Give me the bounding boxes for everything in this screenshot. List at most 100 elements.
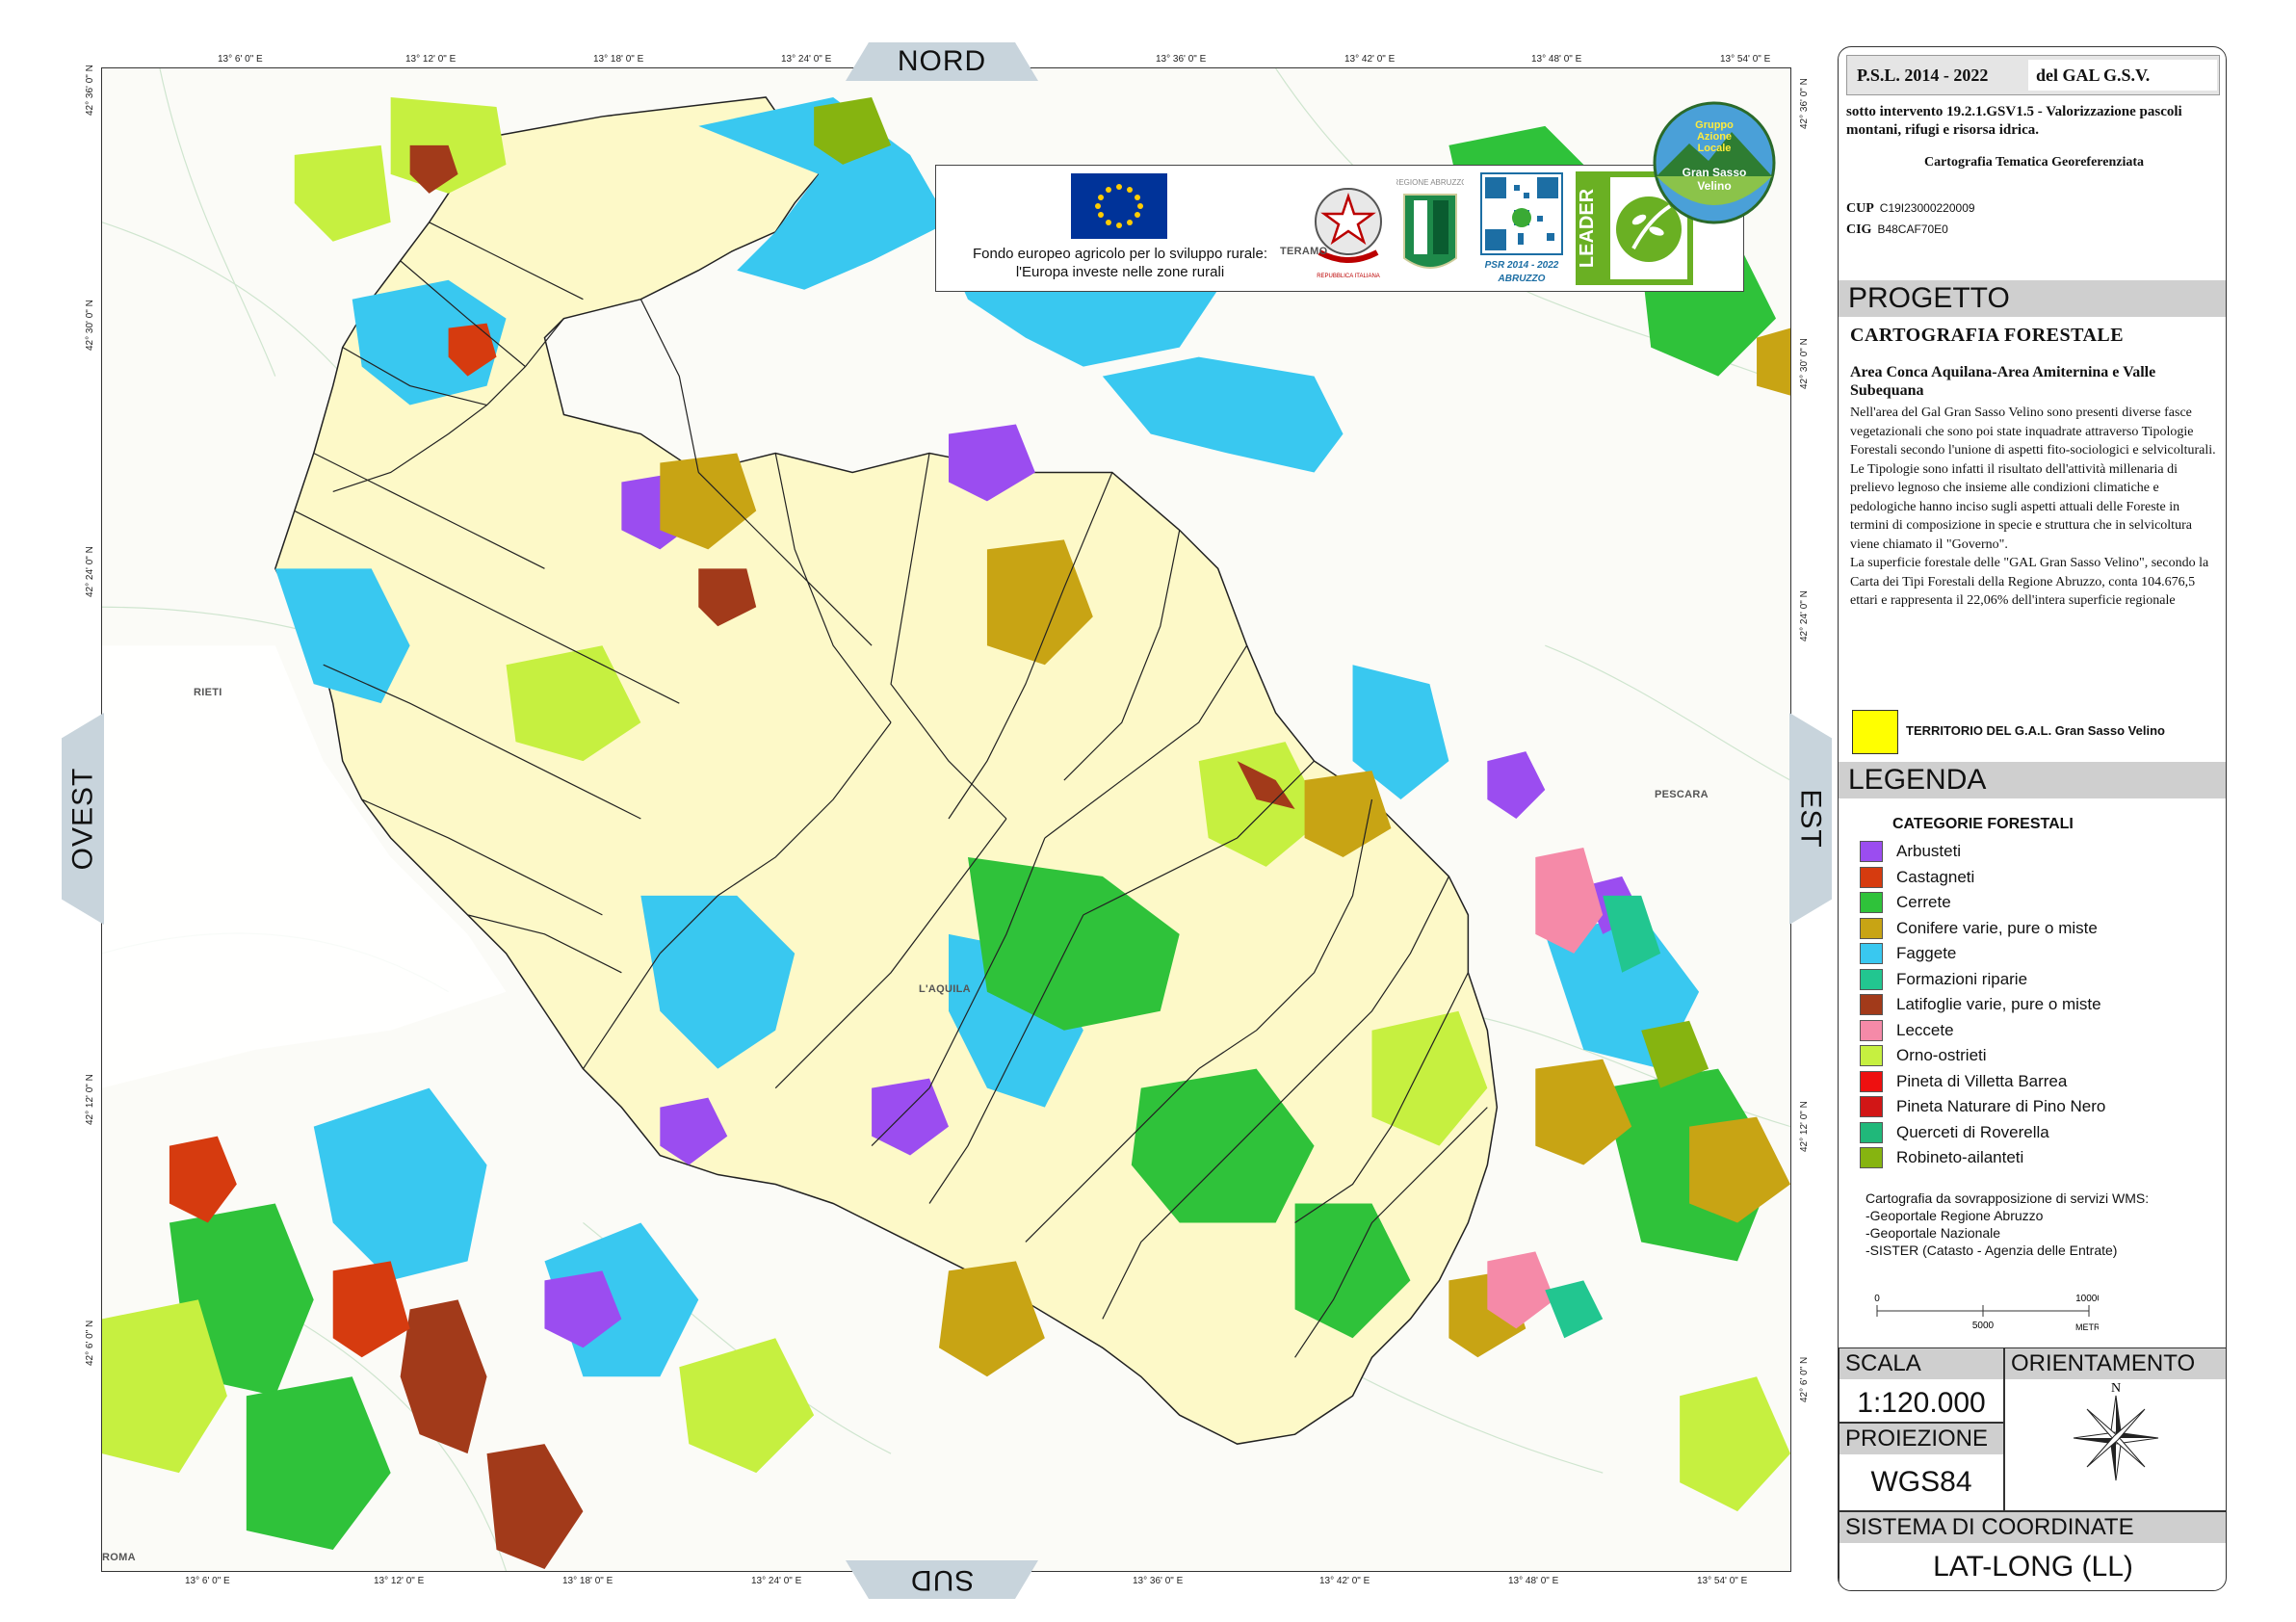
map-frame[interactable]: Fondo europeo agricolo per lo sviluppo r… — [101, 67, 1791, 1572]
legend-label: Cerrete — [1896, 893, 1951, 912]
sistema-value: LAT-LONG (LL) — [1933, 1551, 2133, 1583]
legend-label: Orno-ostrieti — [1896, 1046, 1987, 1065]
legend-swatch — [1860, 994, 1883, 1016]
cig-row: CIG B48CAF70E0 — [1846, 221, 1948, 238]
north-arrow: NORD — [846, 42, 1038, 81]
regione-text: REGIONE ABRUZZO — [1396, 178, 1464, 187]
coord-right-4: 42° 12' 0" N — [1799, 1101, 1810, 1152]
legend-swatch — [1860, 1045, 1883, 1067]
coord-top-3: 13° 18' 0" E — [593, 54, 644, 65]
regione-abruzzo-logo-icon: REGIONE ABRUZZO — [1394, 171, 1467, 285]
eu-caption: Fondo europeo agricolo per lo sviluppo r… — [942, 245, 1298, 281]
coord-bottom-8: 13° 54' 0" E — [1697, 1576, 1748, 1586]
gal-logo-line1: Gruppo — [1695, 119, 1734, 131]
legend-list: Arbusteti Castagneti Cerrete Conifere varie… — [1860, 839, 2105, 1171]
legend-item: Cerrete — [1860, 890, 2105, 916]
legenda-section-bar: LEGENDA — [1839, 762, 2226, 798]
legend-item: Formazioni riparie — [1860, 967, 2105, 993]
legend-item: Orno-ostrieti — [1860, 1043, 2105, 1069]
gal-logo-line5: Velino — [1697, 179, 1731, 193]
legend-swatch — [1860, 1019, 1883, 1041]
legend-item: Conifere varie, pure o miste — [1860, 916, 2105, 942]
coord-left-4: 42° 12' 0" N — [85, 1074, 95, 1125]
legend-header: CATEGORIE FORESTALI — [1892, 816, 2074, 832]
legend-label: Castagneti — [1896, 867, 1975, 886]
project-subtitle: Area Conca Aquilana-Area Amiternina e Va… — [1850, 364, 2156, 399]
legend-item: Leccete — [1860, 1018, 2105, 1044]
legend-item: Faggete — [1860, 941, 2105, 967]
gal-logo-line4: Gran Sasso — [1683, 166, 1747, 179]
legend-swatch — [1860, 1070, 1883, 1092]
legend-swatch — [1860, 841, 1883, 863]
legend-swatch — [1860, 1121, 1883, 1143]
coord-bottom-7: 13° 48' 0" E — [1508, 1576, 1559, 1586]
eu-caption-line1: Fondo europeo agricolo per lo sviluppo r… — [972, 246, 1268, 262]
legend-label: Formazioni riparie — [1896, 969, 2028, 988]
gal-logo-line3: Locale — [1698, 143, 1732, 154]
legend-label: Pineta Naturare di Pino Nero — [1896, 1097, 2106, 1116]
legend-label: Faggete — [1896, 944, 1957, 963]
scale-tick-5000: 5000 — [1972, 1321, 1995, 1331]
coord-right-1: 42° 36' 0" N — [1799, 78, 1810, 129]
coord-left-1: 42° 36' 0" N — [85, 65, 95, 116]
italian-republic-emblem-icon: REPUBBLICA ITALIANA — [1312, 171, 1385, 285]
legend-item: Arbusteti — [1860, 839, 2105, 865]
legend-swatch — [1860, 892, 1883, 914]
logo-banner: Fondo europeo agricolo per lo sviluppo r… — [935, 165, 1744, 292]
place-pescara: PESCARA — [1655, 789, 1709, 800]
coord-bottom-3: 13° 18' 0" E — [562, 1576, 613, 1586]
coord-right-3: 42° 24' 0" N — [1799, 590, 1810, 641]
coord-left-5: 42° 6' 0" N — [85, 1320, 95, 1366]
gal-gran-sasso-logo-icon: Gruppo Azione Locale Gran Sasso Velino — [1651, 99, 1778, 226]
coord-top-2: 13° 12' 0" E — [405, 54, 457, 65]
place-roma: ROMA — [102, 1552, 136, 1563]
legend-item: Pineta Naturare di Pino Nero — [1860, 1094, 2105, 1120]
gal-label: del GAL G.S.V. — [2028, 60, 2217, 91]
psr-qr-logo-icon: PSR 2014 - 2022 ABRUZZO — [1475, 171, 1568, 285]
proiezione-cell: PROIEZIONE WGS84 — [1839, 1423, 2004, 1511]
cup-value: C19I23000220009 — [1879, 201, 1975, 215]
east-label: EST — [1795, 789, 1828, 849]
legend-swatch — [1860, 1147, 1883, 1169]
compass-rose-icon: N — [2058, 1380, 2174, 1496]
east-arrow: EST — [1789, 713, 1832, 925]
coord-top-5: 13° 36' 0" E — [1156, 54, 1207, 65]
gal-logo-line2: Azione — [1697, 131, 1732, 143]
place-teramo: TERAMO — [1280, 246, 1328, 257]
coord-bottom-6: 13° 42' 0" E — [1319, 1576, 1370, 1586]
compass-n: N — [2111, 1381, 2121, 1396]
psl-label: P.S.L. 2014 - 2022 — [1857, 65, 1989, 85]
wms-source-note: Cartografia da sovrapposizione di serviz… — [1866, 1190, 2150, 1258]
legend-label: Querceti di Roverella — [1896, 1122, 2049, 1141]
coord-bottom-4: 13° 24' 0" E — [751, 1576, 802, 1586]
west-label: OVEST — [66, 767, 99, 871]
orientamento-cell: ORIENTAMENTO N — [2004, 1347, 2226, 1511]
proiezione-title: PROIEZIONE — [1839, 1424, 2003, 1454]
place-laquila: L'AQUILA — [919, 983, 971, 995]
orientamento-title: ORIENTAMENTO — [2005, 1348, 2226, 1379]
coord-top-1: 13° 6' 0" E — [218, 54, 263, 65]
subintervento-text: sotto intervento 19.2.1.GSV1.5 - Valoriz… — [1846, 104, 2182, 138]
scale-unit: METRI — [2075, 1322, 2099, 1332]
eu-caption-line2: l'Europa investe nelle zone rurali — [1015, 264, 1225, 280]
cartografia-tematica-label: Cartografia Tematica Georeferenziata — [1923, 155, 2145, 170]
leader-text: LEADER — [1577, 188, 1598, 268]
forest-map[interactable] — [102, 68, 1790, 1571]
project-description: Nell'area del Gal Gran Sasso Velino sono… — [1850, 406, 2216, 608]
legend-item: Pineta di Villetta Barrea — [1860, 1069, 2105, 1095]
scala-cell: SCALA 1:120.000 — [1839, 1347, 2004, 1423]
legend-swatch — [1860, 917, 1883, 939]
progetto-section-bar: PROGETTO — [1839, 280, 2226, 317]
proiezione-value: WGS84 — [1870, 1466, 1972, 1498]
territory-swatch — [1852, 710, 1898, 754]
coord-left-2: 42° 30' 0" N — [85, 300, 95, 351]
legend-label: Latifoglie varie, pure o miste — [1896, 995, 2101, 1014]
south-arrow: SUD — [846, 1560, 1038, 1599]
coord-top-8: 13° 54' 0" E — [1720, 54, 1771, 65]
cig-value: B48CAF70E0 — [1877, 222, 1948, 236]
legend-item: Latifoglie varie, pure o miste — [1860, 992, 2105, 1018]
cup-row: CUP C19I23000220009 — [1846, 199, 1975, 217]
territory-label: TERRITORIO DEL G.A.L. Gran Sasso Velino — [1906, 723, 2165, 738]
coord-bottom-1: 13° 6' 0" E — [185, 1576, 230, 1586]
legend-item: Castagneti — [1860, 865, 2105, 891]
